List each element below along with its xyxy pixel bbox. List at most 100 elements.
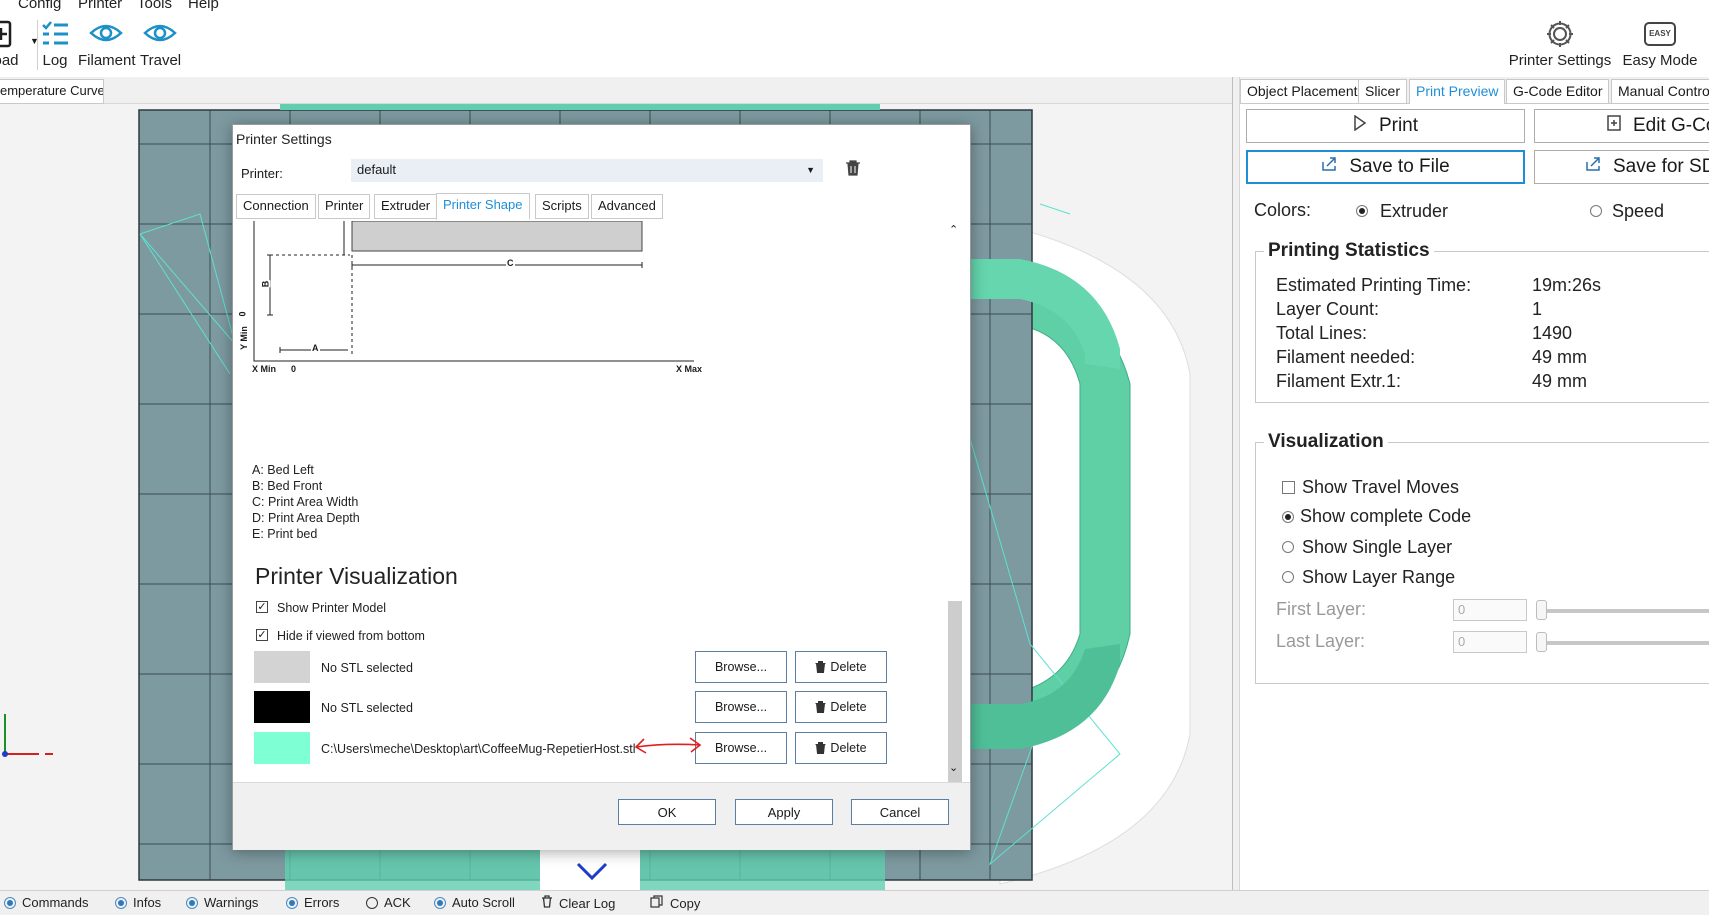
stl-color-swatch[interactable] [254,691,310,723]
last-layer-slider-track [1536,641,1709,645]
auto-scroll-toggle[interactable]: Auto Scroll [434,895,515,910]
infos-label: Infos [133,895,162,910]
tab-print-preview[interactable]: Print Preview [1409,79,1506,105]
browse-button[interactable]: Browse... [695,732,787,764]
save-to-file-label: Save to File [1349,156,1450,177]
copy-label: Copy [670,895,701,911]
show-printer-model-checkbox[interactable]: ✓ [256,601,268,613]
delete-stl-button[interactable]: Delete [795,691,887,723]
stl-color-swatch[interactable] [254,732,310,764]
printer-settings-button[interactable]: Printer Settings [1508,14,1612,69]
load-button[interactable]: oad [0,14,22,69]
tab-advanced[interactable]: Advanced [591,194,663,219]
filament-button[interactable]: Filament [78,14,136,69]
stl-color-swatch[interactable] [254,651,310,683]
save-for-sd-button[interactable]: Save for SD [1534,150,1709,184]
right-tab-bar: Object Placement Slicer Print Preview G-… [1240,77,1709,105]
show-printer-model-label: Show Printer Model [277,601,387,615]
apply-button[interactable]: Apply [735,799,833,825]
diagram-ymin-label: Y Min [238,326,249,350]
stat-label: Total Lines: [1276,323,1368,343]
show-single-radio[interactable] [1282,541,1294,553]
diagram-xmin-label: X Min [252,364,276,374]
left-tab-strip: emperature Curve [0,77,1232,104]
eye-icon [78,14,134,52]
printing-statistics-title: Printing Statistics [1264,240,1434,262]
menu-printer[interactable]: Printer [78,0,122,12]
menu-tools[interactable]: Tools [137,0,172,12]
ok-button[interactable]: OK [618,799,716,825]
easy-mode-button[interactable]: EASY Easy Mode [1620,14,1700,69]
panel-splitter[interactable] [1232,77,1240,890]
scroll-up-icon[interactable]: ⌃ [949,223,958,236]
printer-visualization-title: Printer Visualization [255,563,458,589]
menu-config[interactable]: Config [18,0,61,12]
export-icon [1585,156,1601,178]
hide-bottom-label: Hide if viewed from bottom [277,629,425,643]
clear-log-button[interactable]: Clear Log [541,895,615,911]
first-layer-slider[interactable] [1536,600,1547,620]
show-travel-checkbox[interactable] [1282,481,1295,494]
browse-button[interactable]: Browse... [695,691,787,723]
log-button[interactable]: Log [40,14,70,69]
printer-select-value: default [357,162,397,177]
print-button[interactable]: Print [1246,109,1525,143]
warnings-label: Warnings [204,895,259,910]
tab-slicer[interactable]: Slicer [1358,79,1408,104]
last-layer-spinner[interactable]: 0 [1453,631,1527,653]
commands-toggle[interactable]: Commands [4,895,88,910]
tab-extruder[interactable]: Extruder [374,194,438,219]
menu-help[interactable]: Help [188,0,219,12]
delete-stl-button[interactable]: Delete [795,651,887,683]
stl-path-label: No STL selected [321,701,413,715]
delete-stl-button[interactable]: Delete [795,732,887,764]
tab-connection[interactable]: Connection [236,194,316,219]
delete-printer-button[interactable] [845,159,861,182]
save-to-file-button[interactable]: Save to File [1246,150,1525,184]
printer-select[interactable]: default ▼ [351,159,823,182]
auto-scroll-label: Auto Scroll [452,895,515,910]
stat-value: 1 [1532,299,1543,319]
travel-button[interactable]: Travel [140,14,181,69]
legend-line: E: Print bed [252,527,318,541]
tab-scripts[interactable]: Scripts [535,194,589,219]
infos-toggle[interactable]: Infos [115,895,161,910]
ack-toggle[interactable]: ACK [366,895,411,910]
tab-printer[interactable]: Printer [318,194,371,219]
eye-icon [140,14,180,52]
log-status-bar: Commands Infos Warnings Errors ACK Auto … [0,890,1709,915]
last-layer-label: Last Layer: [1276,631,1366,651]
tab-printer-shape[interactable]: Printer Shape [436,193,530,220]
hide-bottom-checkbox[interactable]: ✓ [256,629,268,641]
diagram-xmax-label: X Max [676,364,703,374]
first-layer-spinner[interactable]: 0 [1453,599,1527,621]
tab-gcode-editor[interactable]: G-Code Editor [1506,79,1610,104]
menu-bar: Config Printer Tools Help [0,0,1709,14]
cancel-button[interactable]: Cancel [851,799,949,825]
browse-button[interactable]: Browse... [695,651,787,683]
stl-path-label: No STL selected [321,661,413,675]
easy-mode-icon: EASY [1620,14,1700,52]
show-range-radio[interactable] [1282,571,1294,583]
copy-button[interactable]: Copy [650,895,700,911]
tab-temperature-curve[interactable]: emperature Curve [0,79,104,104]
stat-label: Estimated Printing Time: [1276,275,1472,295]
dialog-scrollbar[interactable]: ⌃ ⌄ [945,221,964,837]
play-icon [1353,114,1367,137]
warnings-toggle[interactable]: Warnings [186,895,258,910]
speed-radio[interactable] [1590,205,1602,217]
extruder-radio[interactable] [1356,205,1368,217]
edit-gcode-button[interactable]: Edit G-Co [1534,109,1709,143]
copy-icon [650,895,664,911]
show-complete-radio[interactable] [1282,511,1294,523]
printer-settings-dialog: Printer Settings Printer: default ▼ Conn… [232,124,971,850]
last-layer-slider[interactable] [1536,632,1547,652]
tab-manual-control[interactable]: Manual Control [1611,79,1709,104]
legend-line: C: Print Area Width [252,495,359,509]
errors-toggle[interactable]: Errors [286,895,339,910]
scroll-down-icon[interactable]: ⌄ [949,761,958,774]
trash-icon [815,661,826,673]
stl-path-label: C:\Users\meche\Desktop\art\CoffeeMug-Rep… [321,742,636,756]
tab-object-placement[interactable]: Object Placement [1240,79,1365,104]
stat-value: 1490 [1532,323,1573,343]
